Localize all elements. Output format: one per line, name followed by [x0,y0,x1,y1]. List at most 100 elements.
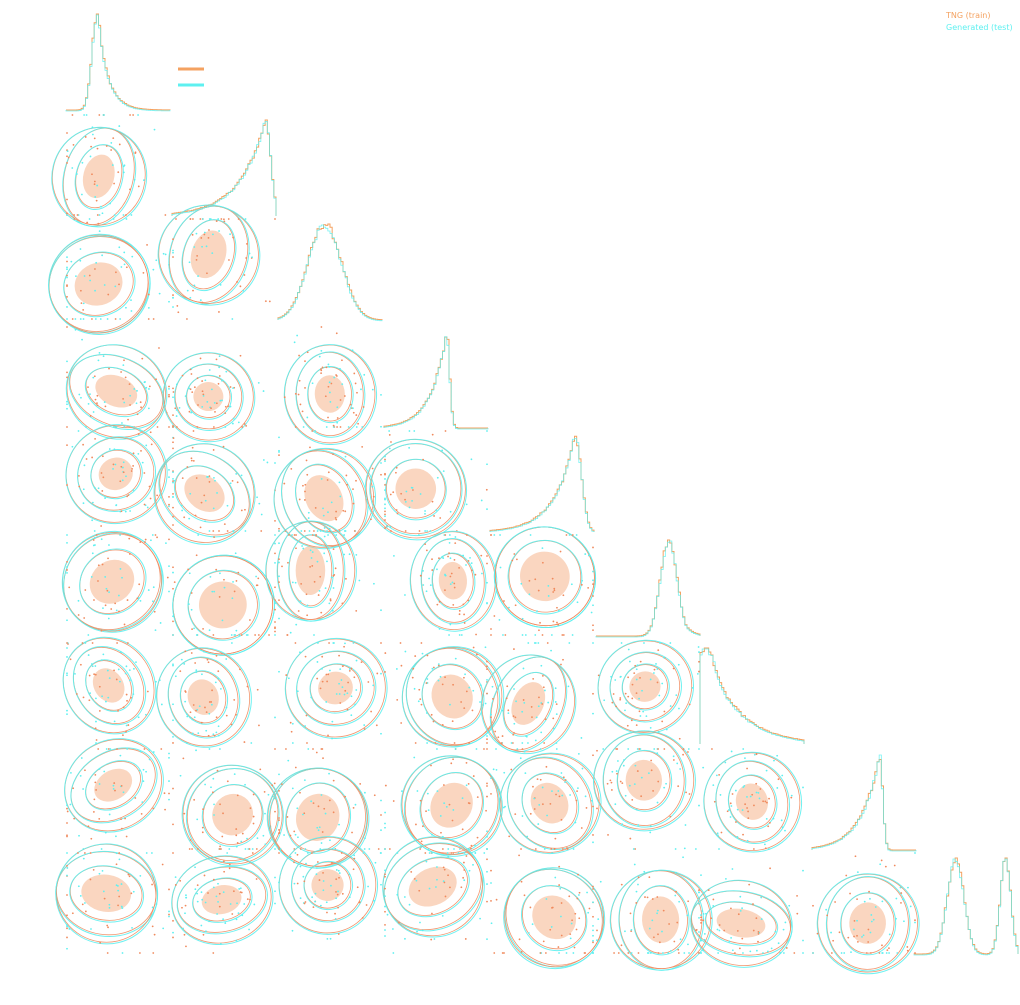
outlier-point [389,493,392,496]
outlier-point [210,388,213,391]
outlier-point [255,848,258,850]
outlier-point [649,952,652,954]
outlier-point [208,229,210,231]
outlier-point [615,748,618,750]
outlier-point [884,865,887,868]
outlier-point [183,933,186,936]
outlier-point [120,905,123,908]
outlier-point [541,634,544,636]
outlier-point [327,416,329,419]
outlier-point [92,376,95,379]
panel-3-2 [157,204,276,320]
outlier-point [85,426,87,428]
outlier-point [90,663,93,665]
outlier-point [742,952,744,954]
outlier-point [268,634,270,636]
outlier-point [128,875,131,878]
outlier-point [765,817,768,820]
outlier-point [345,577,347,580]
outlier-point [645,715,648,718]
outlier-point [869,952,872,954]
outlier-point [200,891,203,894]
outlier-point [344,510,347,513]
outlier-point [554,837,557,840]
outlier-point [422,825,424,828]
outlier-point [299,403,302,406]
outlier-point [640,776,643,779]
outlier-point [229,233,231,236]
outlier-point [294,766,297,769]
outlier-point [479,917,481,920]
outlier-point [311,565,314,567]
outlier-point [364,837,366,839]
outlier-point [486,678,488,681]
outlier-point [291,742,294,744]
outlier-point [140,449,142,452]
outlier-point [213,734,216,737]
outlier-point [202,218,204,220]
outlier-point [204,520,206,523]
outlier-point [615,705,618,708]
outlier-point [895,917,897,920]
outlier-point [232,530,235,532]
outlier-point [212,777,215,780]
outlier-point [543,848,546,850]
outlier-point [172,735,174,738]
outlier-point [425,682,428,684]
outlier-point [384,848,386,850]
outlier-point [132,452,135,455]
outlier-point [112,218,115,220]
outlier-point [384,503,386,506]
outlier-point [255,878,258,880]
outlier-point [107,293,110,296]
outlier-point [336,421,339,424]
outlier-point [450,762,453,765]
outlier-point [513,722,516,725]
outlier-point [219,845,221,848]
outlier-point [125,266,128,269]
outlier-point [66,542,68,544]
outlier-point [136,597,139,600]
outlier-point [340,852,343,854]
outlier-point [144,538,147,541]
outlier-point [304,387,306,389]
outlier-point [350,695,353,698]
outlier-point [97,748,100,750]
outlier-point [656,909,659,912]
outlier-point [91,642,94,644]
outlier-point [324,395,327,398]
outlier-point [294,392,297,395]
outlier-point [840,952,843,954]
marginal-hist-9 [913,857,1019,956]
outlier-point [746,796,748,798]
outlier-point [307,511,310,514]
outlier-point [620,642,623,644]
outlier-point [173,581,176,584]
outlier-point [100,538,103,541]
outlier-point [592,579,594,582]
outlier-point [239,887,242,890]
outlier-point [304,655,307,658]
outlier-point [879,863,882,866]
outlier-point [286,634,289,636]
outlier-point [274,218,276,220]
outlier-point [94,665,97,667]
outlier-point [867,941,870,943]
outlier-point [106,318,109,320]
outlier-point [119,568,122,570]
outlier-point [190,459,193,462]
outlier-point [516,748,519,750]
outlier-point [203,231,206,234]
outlier-point [219,572,221,575]
outlier-point [118,852,121,854]
outlier-point [384,910,386,913]
outlier-point [320,349,323,352]
outlier-point [388,434,391,436]
outlier-point [325,673,328,676]
outlier-point [694,848,697,850]
outlier-point [395,668,398,670]
outlier-point [547,584,550,587]
outlier-point [530,706,533,708]
outlier-point [537,823,540,825]
density-core [438,561,468,600]
